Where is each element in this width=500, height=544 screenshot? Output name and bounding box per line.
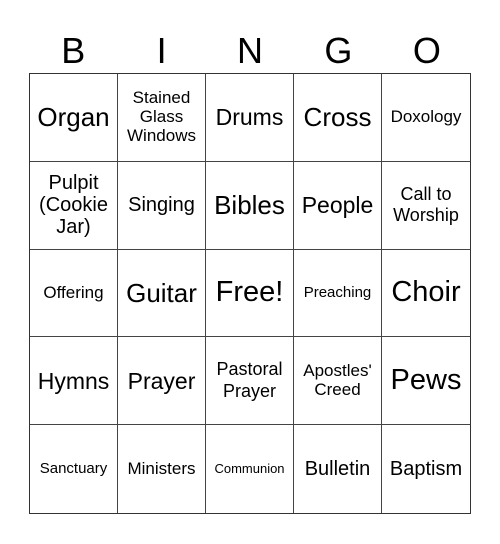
- bingo-cell[interactable]: Organ: [30, 74, 118, 162]
- bingo-header: B I N G O: [29, 28, 471, 73]
- bingo-cell[interactable]: Guitar: [118, 249, 206, 338]
- header-letter-g: G: [324, 30, 353, 71]
- header-letter-b: B: [61, 30, 86, 71]
- header-letter-o: O: [412, 30, 441, 71]
- bingo-cell[interactable]: Cross: [294, 74, 382, 162]
- bingo-cell[interactable]: Call to Worship: [382, 162, 470, 250]
- bingo-cell[interactable]: Bulletin: [294, 425, 382, 513]
- bingo-cell[interactable]: Offering: [30, 249, 118, 338]
- bingo-cell[interactable]: Hymns: [30, 337, 118, 426]
- bingo-cell[interactable]: Pews: [382, 337, 470, 426]
- bingo-cell[interactable]: Doxology: [382, 74, 470, 162]
- bingo-cell[interactable]: Pastoral Prayer: [206, 337, 294, 426]
- free-space-cell[interactable]: Free!: [206, 249, 294, 338]
- bingo-cell[interactable]: Bibles: [206, 161, 294, 250]
- bingo-cell[interactable]: Communion: [206, 425, 294, 513]
- bingo-cell[interactable]: Preaching: [294, 249, 382, 338]
- bingo-cell[interactable]: Drums: [206, 74, 294, 162]
- header-letter-i: I: [156, 30, 167, 71]
- bingo-cell[interactable]: People: [294, 161, 382, 250]
- bingo-cell[interactable]: Singing: [118, 161, 206, 250]
- bingo-cell[interactable]: Stained Glass Windows: [118, 74, 206, 162]
- bingo-cell[interactable]: Ministers: [118, 425, 206, 513]
- header-letter-n: N: [237, 30, 264, 71]
- bingo-cell[interactable]: Choir: [382, 250, 470, 338]
- bingo-cell[interactable]: Apostles' Creed: [294, 337, 382, 426]
- bingo-cell[interactable]: Baptism: [382, 425, 470, 513]
- bingo-cell[interactable]: Pulpit (Cookie Jar): [30, 161, 118, 250]
- bingo-cell[interactable]: Prayer: [118, 337, 206, 426]
- bingo-grid: Organ Stained Glass Windows Drums Cross Doxo…: [29, 73, 471, 514]
- bingo-cell[interactable]: Sanctuary: [30, 425, 118, 513]
